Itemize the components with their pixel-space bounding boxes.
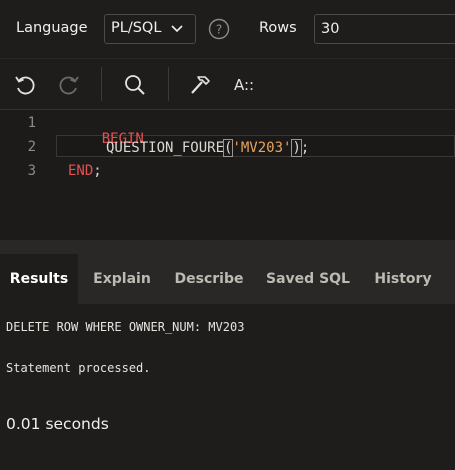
line-number: 3 <box>27 163 36 179</box>
language-select-value: PL/SQL <box>111 20 162 36</box>
tab-results[interactable]: Results <box>0 254 78 304</box>
svg-text:?: ? <box>216 23 222 37</box>
procedure-name: QUESTION_FOURE <box>106 140 225 156</box>
redo-icon[interactable] <box>56 72 82 98</box>
tab-history[interactable]: History <box>362 254 444 304</box>
tab-saved-sql[interactable]: Saved SQL <box>258 254 358 304</box>
semicolon: ; <box>93 163 102 179</box>
semicolon: ; <box>300 140 310 156</box>
code-line-3: END; <box>68 163 102 179</box>
toolbar-divider <box>101 67 102 101</box>
language-select[interactable]: PL/SQL <box>104 14 196 44</box>
code-editor[interactable]: 1 2 3 BEGIN QUESTION_FOURE('MV203'); END… <box>0 110 455 240</box>
tab-describe[interactable]: Describe <box>166 254 252 304</box>
rows-label: Rows <box>259 20 297 36</box>
results-tabs: Results Explain Describe Saved SQL Histo… <box>0 254 455 304</box>
rows-input[interactable] <box>314 14 455 44</box>
search-icon[interactable] <box>122 72 148 98</box>
keyword-end: END <box>68 163 94 179</box>
undo-icon[interactable] <box>12 72 38 98</box>
execution-time: 0.01 seconds <box>6 415 109 433</box>
chevron-down-icon <box>171 25 183 33</box>
format-label: A:: <box>234 76 255 94</box>
format-icon[interactable]: A:: <box>234 72 266 98</box>
hammer-icon[interactable] <box>188 72 214 98</box>
tab-explain[interactable]: Explain <box>80 254 164 304</box>
line-number: 1 <box>27 115 36 131</box>
output-line: DELETE ROW WHERE OWNER_NUM: MV203 <box>6 320 245 334</box>
string-literal: 'MV203' <box>232 140 292 156</box>
line-number: 2 <box>27 139 36 155</box>
options-bar: Language PL/SQL ? Rows <box>0 0 455 58</box>
help-icon[interactable]: ? <box>208 18 230 40</box>
status-message: Statement processed. <box>6 361 151 375</box>
language-label: Language <box>16 20 88 36</box>
results-panel: DELETE ROW WHERE OWNER_NUM: MV203 Statem… <box>0 304 455 470</box>
toolbar-divider <box>168 67 169 101</box>
pane-splitter[interactable] <box>0 240 455 254</box>
code-line-2: QUESTION_FOURE('MV203'); <box>106 139 310 157</box>
editor-toolbar: A:: <box>0 58 455 110</box>
close-paren: ) <box>291 139 302 157</box>
